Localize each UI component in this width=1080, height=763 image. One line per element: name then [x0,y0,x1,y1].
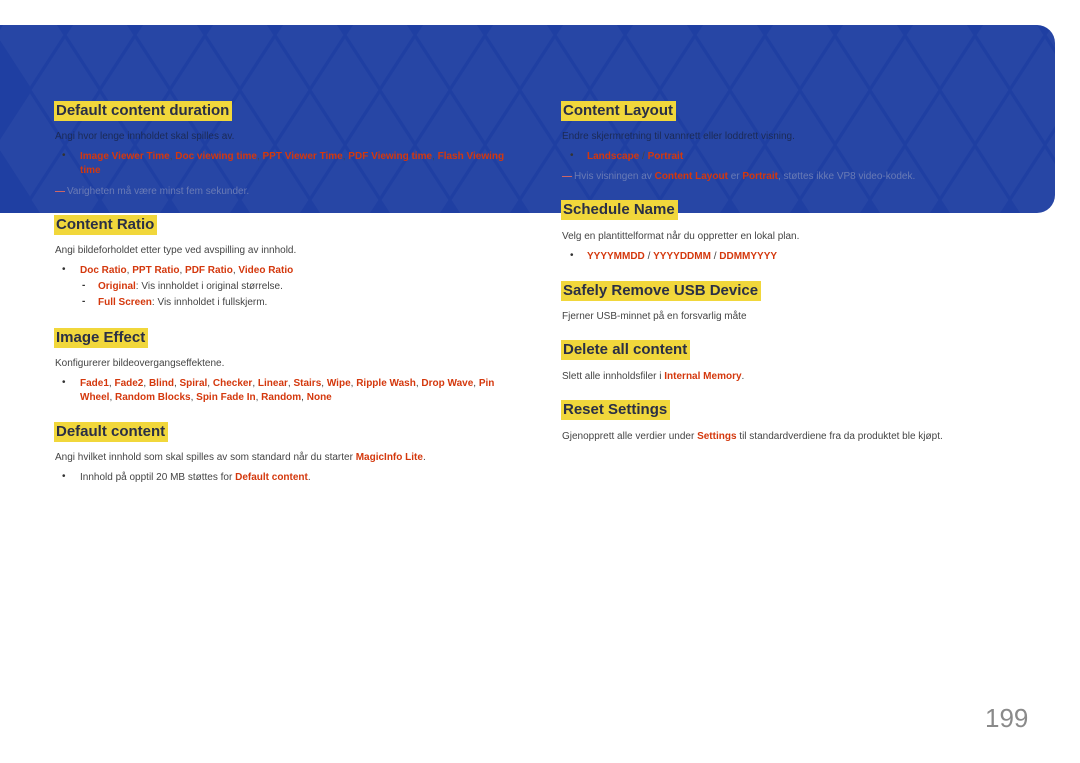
menu-term: DDMMYYYY [719,251,778,262]
heading-default-content: Default content [54,422,169,442]
schedule-options: YYYYMMDD / YYYYDDMM / DDMMYYYY [587,250,777,264]
ratio-options: Doc Ratio, PPT Ratio, PDF Ratio, Video R… [80,264,293,278]
bullet-icon: • [62,150,66,161]
effect-description: Konfigurerer bildeovergangseffektene. [55,357,224,371]
note-text: Hvis visningen av Content Layout er Port… [574,171,915,182]
menu-term: Blind [148,378,174,389]
layout-options: Landscape / Portrait [587,150,683,164]
menu-term: Fade1 [80,378,109,389]
text: til standardverdiene fra da produktet bl… [736,431,943,442]
duration-options: Image Viewer Time, Doc viewing time, PPT… [80,150,520,178]
text: Hvis visningen av [574,171,655,182]
text: : Vis innholdet i fullskjerm. [151,297,268,308]
note-icon [562,175,572,177]
layout-description: Endre skjermretning til vannrett eller l… [562,130,795,144]
menu-term: Video Ratio [238,265,294,276]
text: Varigheten må være minst fem sekunder. [67,186,250,197]
text: / [639,151,648,162]
text: . [422,452,426,463]
menu-term: Full Screen [98,297,152,308]
menu-term: Spiral [179,378,208,389]
text: / [644,251,654,262]
menu-term: Linear [257,378,288,389]
text: Endre skjermretning til vannrett eller l… [562,131,795,142]
menu-term: Checker [212,378,253,389]
menu-term: Wipe [326,378,351,389]
menu-term: YYYYDDMM [653,251,711,262]
text: , støttes ikke VP8 video-kodek. [777,171,916,182]
bullet-icon: • [62,471,66,482]
menu-term: Doc viewing time [175,151,257,162]
text: Fjerner USB-minnet på en forsvarlig måte [562,311,747,322]
text: Angi hvilket innhold som skal spilles av… [55,452,356,463]
text: Velg en plantittelformat når du opprette… [562,231,800,242]
bullet-icon: • [570,250,574,261]
menu-term: Settings [697,431,737,442]
menu-term: YYYYMMDD [587,251,645,262]
text: Innhold på opptil 20 MB støttes for [80,472,236,483]
menu-term: Ripple Wash [356,378,416,389]
menu-term: Content Layout [654,171,728,182]
menu-term: Landscape [587,151,640,162]
menu-term: Default content [235,472,308,483]
heading-safely-remove-usb: Safely Remove USB Device [561,281,762,301]
text: Angi bildeforholdet etter type ved avspi… [55,245,297,256]
ratio-full-screen: Full Screen: Vis innholdet i fullskjerm. [98,296,267,310]
reset-description: Gjenopprett alle verdier under Settings … [562,430,943,444]
text: . [307,472,311,483]
heading-image-effect: Image Effect [54,328,149,348]
ratio-original: Original: Vis innholdet i original størr… [98,280,283,294]
menu-term: PPT Viewer Time [262,151,343,162]
note-text: Varigheten må være minst fem sekunder. [67,186,249,197]
usb-description: Fjerner USB-minnet på en forsvarlig måte [562,310,747,324]
delete-description: Slett alle innholdsfiler i Internal Memo… [562,370,744,384]
layout-note: Hvis visningen av Content Layout er Port… [562,170,915,184]
text: Angi hvor lenge innholdet skal spilles a… [55,131,235,142]
dash-icon: - [82,280,86,291]
bullet-icon: • [570,150,574,161]
manual-page: Default content duration Angi hvor lenge… [0,0,1080,763]
menu-term: Image Viewer Time [80,151,170,162]
dash-icon: - [82,296,86,307]
heading-reset-settings: Reset Settings [561,400,671,420]
default-description: Angi hvilket innhold som skal spilles av… [55,451,426,465]
heading-content-layout: Content Layout [561,101,676,121]
text: : Vis innholdet i original størrelse. [135,281,283,292]
bullet-icon: • [62,264,66,275]
menu-term: PDF Ratio [185,265,233,276]
menu-term: Spin Fade In [196,392,256,403]
bullet-icon: • [62,377,66,388]
text: . [741,371,745,382]
menu-term: Internal Memory [664,371,742,382]
menu-term: Portrait [742,171,778,182]
text: Slett alle innholdsfiler i [562,371,665,382]
menu-term: Original [98,281,136,292]
heading-default-content-duration: Default content duration [54,101,233,121]
text: Konfigurerer bildeovergangseffektene. [55,358,225,369]
menu-term: Random Blocks [115,392,191,403]
duration-description: Angi hvor lenge innholdet skal spilles a… [55,130,234,144]
page-number: 199 [985,703,1029,733]
menu-term: Stairs [293,378,322,389]
menu-term: Drop Wave [421,378,474,389]
text: er [727,171,743,182]
duration-note: Varigheten må være minst fem sekunder. [55,185,249,199]
heading-schedule-name: Schedule Name [561,200,678,220]
menu-term: Doc Ratio [80,265,127,276]
menu-term: MagicInfo Lite [355,452,423,463]
note-icon [55,190,65,192]
menu-term: Random [261,392,302,403]
menu-term: PDF Viewing time [348,151,433,162]
text: Gjenopprett alle verdier under [562,431,698,442]
schedule-description: Velg en plantittelformat når du opprette… [562,230,799,244]
heading-content-ratio: Content Ratio [54,215,158,235]
heading-delete-all-content: Delete all content [561,340,691,360]
menu-term: PPT Ratio [132,265,180,276]
ratio-description: Angi bildeforholdet etter type ved avspi… [55,244,296,258]
menu-term: Fade2 [114,378,144,389]
effect-options: Fade1, Fade2, Blind, Spiral, Checker, Li… [80,377,500,405]
menu-term: Portrait [647,151,684,162]
default-size-note: Innhold på opptil 20 MB støttes for Defa… [80,471,311,485]
menu-term: None [306,392,332,403]
